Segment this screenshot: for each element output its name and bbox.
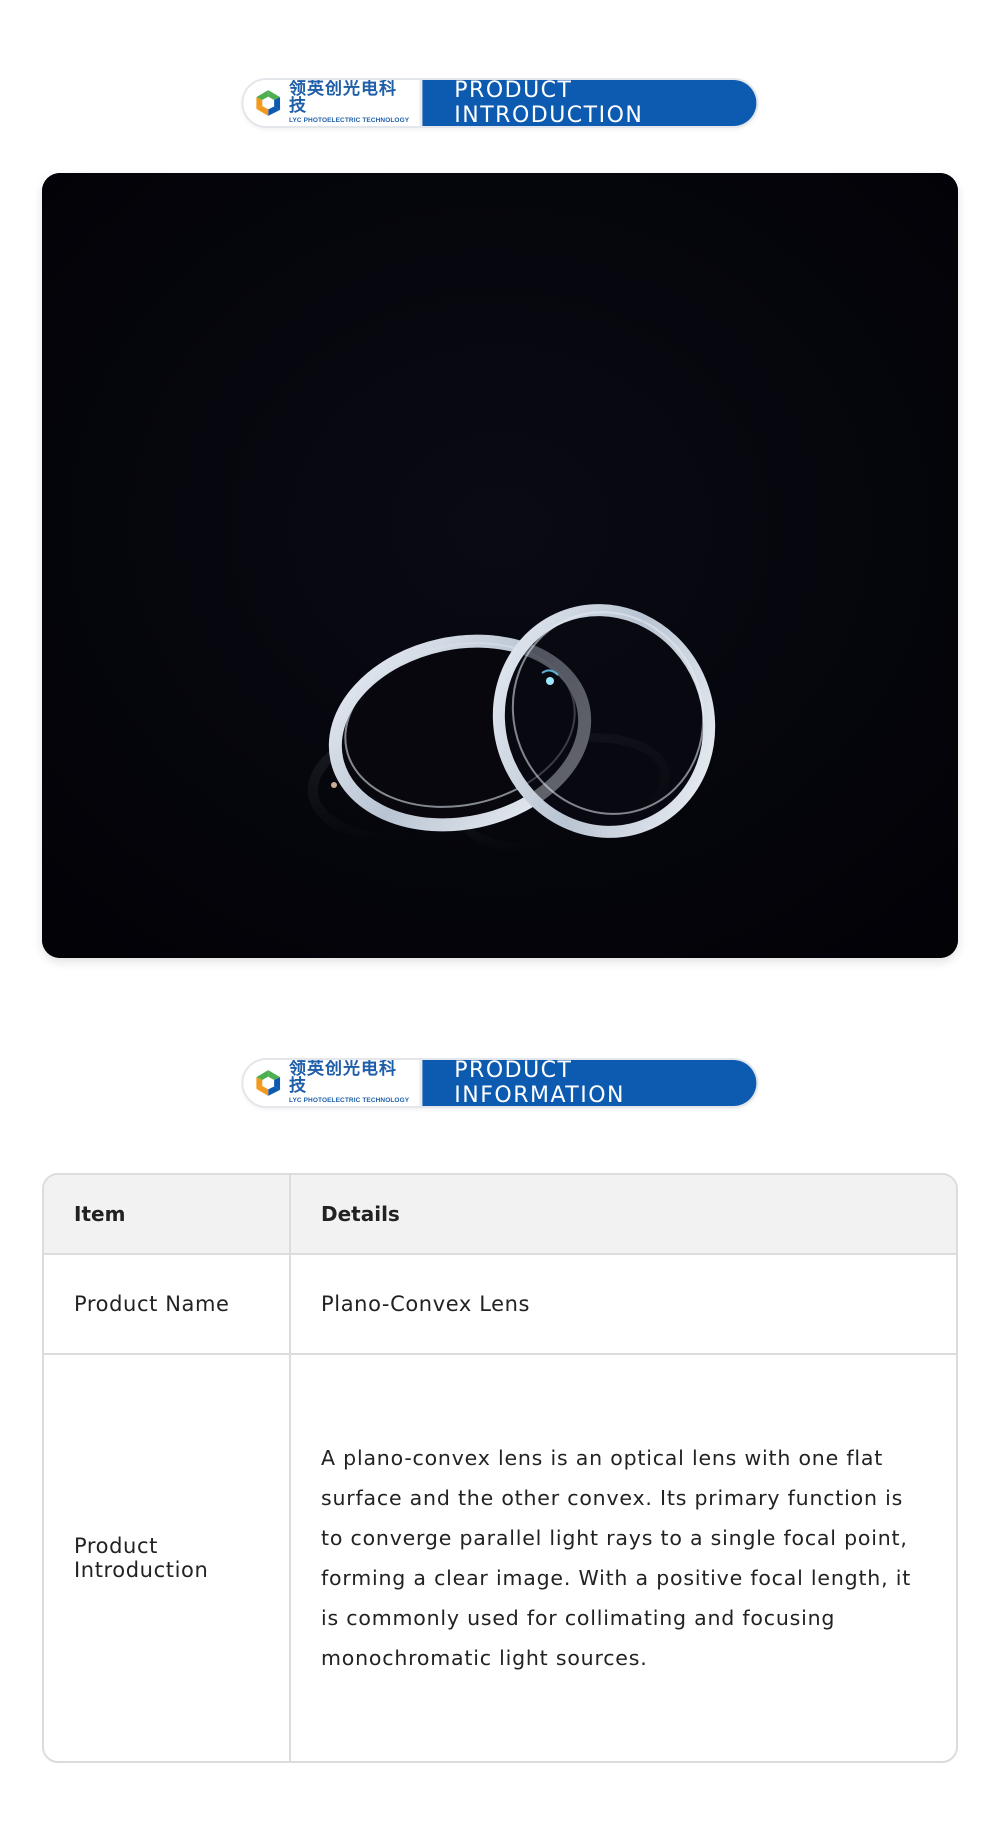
product-image [42, 173, 958, 958]
company-logo: 领英创光电科技 LYC PHOTOELECTRIC TECHNOLOGY [243, 80, 423, 126]
table-row: Product Introduction A plano-convex lens… [44, 1354, 956, 1761]
section-header-introduction: 领英创光电科技 LYC PHOTOELECTRIC TECHNOLOGY PRO… [243, 80, 757, 126]
product-info-table: Item Details Product Name Plano-Convex L… [42, 1173, 958, 1763]
section-title: PRODUCT INFORMATION [422, 1060, 757, 1106]
company-logo-icon [256, 1070, 281, 1096]
table-header-row: Item Details [44, 1175, 956, 1255]
logo-name-en: LYC PHOTOELECTRIC TECHNOLOGY [289, 1097, 410, 1105]
table-row: Product Name Plano-Convex Lens [44, 1254, 956, 1355]
company-logo: 领英创光电科技 LYC PHOTOELECTRIC TECHNOLOGY [243, 1060, 423, 1106]
column-header-details: Details [290, 1175, 956, 1255]
row-label-product-introduction: Product Introduction [44, 1354, 291, 1761]
row-value-product-name: Plano-Convex Lens [290, 1254, 956, 1355]
logo-name-cn: 领英创光电科技 [289, 80, 398, 117]
logo-name-en: LYC PHOTOELECTRIC TECHNOLOGY [289, 117, 410, 125]
logo-name-cn: 领英创光电科技 [289, 1060, 398, 1097]
company-logo-icon [256, 90, 281, 116]
section-header-information: 领英创光电科技 LYC PHOTOELECTRIC TECHNOLOGY PRO… [243, 1060, 757, 1106]
column-header-item: Item [44, 1175, 291, 1255]
plano-convex-lens-photo-icon [42, 173, 958, 958]
section-title: PRODUCT INTRODUCTION [422, 80, 757, 126]
row-value-product-introduction: A plano-convex lens is an optical lens w… [321, 1446, 912, 1670]
row-label-product-name: Product Name [44, 1254, 291, 1355]
